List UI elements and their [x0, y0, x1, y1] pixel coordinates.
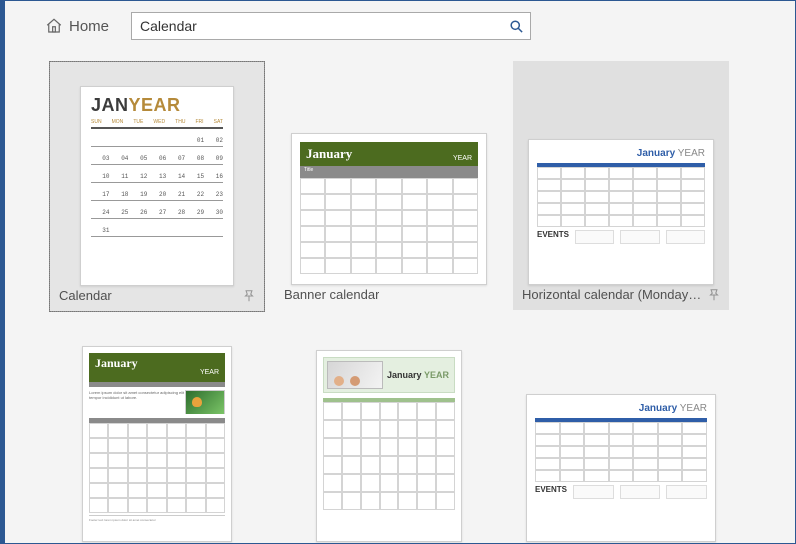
template-thumbnail: January YEAR [316, 350, 462, 542]
top-bar: Home [5, 1, 795, 51]
template-card[interactable]: January YEAR [281, 326, 497, 542]
template-card[interactable]: JANYEAR SUNMONTUEWEDTHUFRISAT 0102 03040… [49, 61, 265, 312]
template-card[interactable]: January YEAR EVENTS [513, 61, 729, 310]
search-input[interactable] [132, 13, 502, 39]
home-label: Home [69, 18, 109, 35]
photo-placeholder [327, 361, 383, 389]
search-box [131, 12, 531, 40]
pin-icon[interactable] [242, 289, 256, 303]
template-card[interactable]: JanuaryYEAR Lorem ipsum dolor sit amet c… [49, 326, 265, 542]
home-icon [45, 17, 63, 35]
template-label: Banner calendar [284, 287, 379, 302]
template-thumbnail: January YEAR EVENTS [526, 394, 716, 542]
template-label: Calendar [59, 288, 112, 303]
template-grid: JANYEAR SUNMONTUEWEDTHUFRISAT 0102 03040… [5, 51, 795, 544]
template-thumbnail: JanuaryYEAR Lorem ipsum dolor sit amet c… [82, 346, 232, 542]
template-thumbnail: January YEAR EVENTS [528, 139, 714, 285]
template-label: Horizontal calendar (Monday st... [522, 287, 702, 302]
pin-icon[interactable] [707, 288, 721, 302]
template-card[interactable]: January YEAR EVENTS [513, 326, 729, 542]
template-thumbnail: JanuaryYEAR Title [291, 133, 487, 285]
template-thumbnail: JANYEAR SUNMONTUEWEDTHUFRISAT 0102 03040… [80, 86, 234, 286]
search-icon [509, 19, 524, 34]
template-card[interactable]: JanuaryYEAR Title [281, 61, 497, 304]
home-link[interactable]: Home [45, 17, 109, 35]
search-button[interactable] [502, 13, 530, 39]
template-gallery-window: Home JANYEAR [0, 0, 796, 544]
content-area: Home JANYEAR [5, 1, 795, 543]
